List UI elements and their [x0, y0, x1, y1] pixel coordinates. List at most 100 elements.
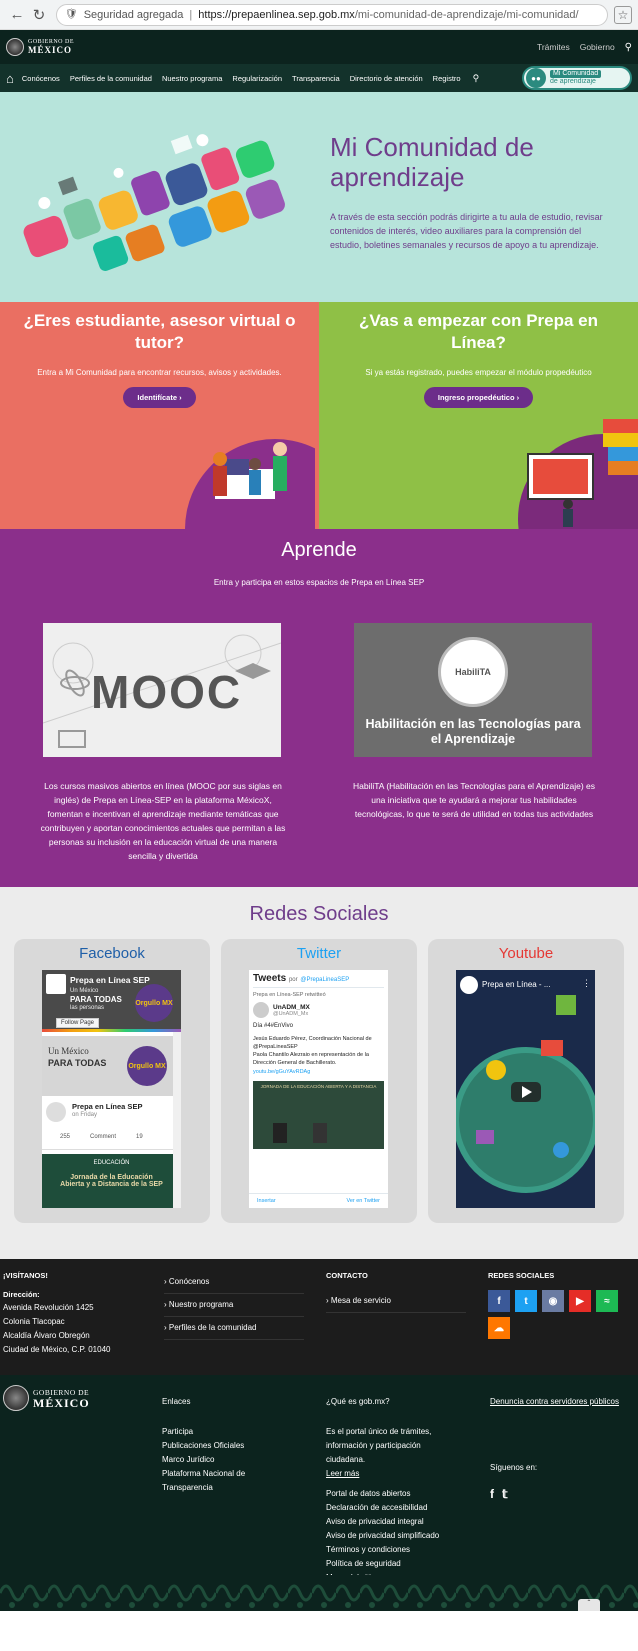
fb-card-line3: Abierta y a Distancia de la SEP — [60, 1181, 163, 1188]
mi-comunidad-button[interactable]: ●● Mi Comunidad de aprendizaje — [522, 66, 632, 90]
footer-link-conocenos[interactable]: › Conócenos — [164, 1271, 304, 1294]
twitter-icon[interactable]: 𝕥 — [502, 1487, 508, 1501]
tw-image-title: JORNADA DE LA EDUCACIÓN ABIERTA Y A DIST… — [260, 1084, 377, 1089]
scroll-top-button[interactable]: ˆ — [578, 1599, 600, 1611]
more-link[interactable]: Declaración de accesibilidad — [326, 1501, 456, 1515]
leer-mas-link[interactable]: Leer más — [326, 1467, 456, 1481]
propedeutico-button[interactable]: Ingreso propedéutico › — [423, 387, 534, 408]
facebook-embed[interactable]: Prepa en Línea SEP Un México PARA TODAS … — [42, 970, 181, 1208]
more-link[interactable]: Política de seguridad — [326, 1557, 456, 1571]
facebook-title: Facebook — [79, 945, 145, 962]
search-icon[interactable]: ⚲ — [625, 42, 632, 53]
home-icon[interactable]: ⌂ — [6, 71, 14, 86]
habilita-image-text: Habilitación en las Tecnologías para el … — [365, 717, 581, 746]
address-line: Colonia Tlacopac — [3, 1317, 65, 1326]
yt-menu-icon[interactable]: ⋮ — [582, 978, 591, 989]
address-bar[interactable]: 🛡 Seguridad agregada | https://prepaenli… — [56, 3, 608, 26]
identificate-button[interactable]: Identifícate › — [123, 387, 196, 408]
tw-view-link[interactable]: Ver en Twitter — [346, 1198, 380, 1204]
footer-pattern: ˆ — [0, 1575, 638, 1611]
newcomer-panel-text: Si ya estás registrado, puedes empezar e… — [365, 368, 592, 377]
enlace-item[interactable]: Publicaciones Oficiales — [162, 1439, 272, 1453]
fb-card-line1: EDUCACIÓN — [93, 1160, 130, 1166]
student-panel: ¿Eres estudiante, asesor virtual o tutor… — [0, 302, 319, 529]
tw-header-handle: @PrepaLineaSEP — [300, 977, 350, 983]
enlace-item[interactable]: Participa — [162, 1425, 272, 1439]
fb-banner-line1: Un México — [70, 988, 99, 994]
mooc-image-text: MOOC — [91, 666, 243, 718]
pride-strip — [42, 1029, 181, 1032]
nav-item-conocenos[interactable]: Conócenos — [22, 74, 60, 83]
nav-item-programa[interactable]: Nuestro programa — [162, 74, 222, 83]
link-tramites[interactable]: Trámites — [537, 42, 570, 52]
student-panel-title: ¿Eres estudiante, asesor virtual o tutor… — [23, 311, 296, 352]
gob-logo[interactable]: GOBIERNO DE MÉXICO — [6, 38, 74, 56]
social-section: Redes Sociales Facebook Prepa en Línea S… — [0, 887, 638, 1259]
twitter-embed[interactable]: Tweets por @PrepaLineaSEP Prepa en Línea… — [249, 970, 388, 1208]
youtube-embed[interactable]: Prepa en Línea - ... ⋮ — [456, 970, 595, 1208]
youtube-icon[interactable]: ▶ — [569, 1290, 591, 1312]
more-link[interactable]: Portal de datos abiertos — [326, 1487, 456, 1501]
fb-page-name: Prepa en Línea SEP — [70, 975, 150, 985]
url-path: /mi-comunidad-de-aprendizaje/mi-comunida… — [354, 8, 579, 21]
footer-link-mesa[interactable]: › Mesa de servicio — [326, 1290, 466, 1313]
nav-item-transparencia[interactable]: Transparencia — [292, 74, 340, 83]
footer-link-programa[interactable]: › Nuestro programa — [164, 1294, 304, 1317]
fb-banner-line2: PARA TODAS — [70, 995, 122, 1004]
more-link[interactable]: Aviso de privacidad integral — [326, 1515, 456, 1529]
youtube-title: Youtube — [498, 945, 554, 962]
link-gobierno[interactable]: Gobierno — [580, 42, 615, 52]
siguenos-label: Síguenos en: — [490, 1463, 538, 1472]
reload-icon[interactable]: ↻ — [28, 4, 50, 26]
favorites-icon[interactable]: ☆ — [614, 5, 632, 24]
facebook-icon[interactable]: f — [490, 1487, 494, 1501]
yt-video-title: Prepa en Línea - ... — [482, 980, 551, 989]
nav-search-icon[interactable]: ⚲ — [473, 73, 480, 84]
mc-button-label-1: Mi Comunidad — [550, 70, 602, 78]
habilita-badge: HabiliTA — [455, 667, 491, 677]
nav-item-perfiles[interactable]: Perfiles de la comunidad — [70, 74, 152, 83]
mooc-card[interactable]: MOOC — [42, 623, 282, 757]
shield-icon: 🛡 — [65, 9, 78, 20]
enlace-item[interactable]: Plataforma Nacional de Transparencia — [162, 1467, 272, 1495]
enlace-item[interactable]: Marco Jurídico — [162, 1453, 272, 1467]
enlaces-heading: Enlaces — [162, 1397, 191, 1406]
tw-embed-link[interactable]: Insertar — [257, 1198, 276, 1204]
tw-link[interactable]: youtu.be/gGuYAvRDAg — [253, 1069, 384, 1075]
spotify-icon[interactable]: ≈ — [596, 1290, 618, 1312]
tw-image[interactable]: JORNADA DE LA EDUCACIÓN ABIERTA Y A DIST… — [253, 1081, 384, 1149]
habilita-card[interactable]: HabiliTA Habilitación en las Tecnologías… — [354, 623, 592, 757]
back-icon[interactable]: ← — [6, 4, 28, 26]
nav-item-registro[interactable]: Registro — [433, 74, 461, 83]
footer-link-perfiles[interactable]: › Perfiles de la comunidad — [164, 1317, 304, 1340]
hero-title: Mi Comunidad de aprendizaje — [330, 132, 534, 192]
footer-link-label: Mesa de servicio — [330, 1296, 391, 1305]
address-line: Alcaldía Álvaro Obregón — [3, 1331, 90, 1340]
nav-item-regularizacion[interactable]: Regularización — [232, 74, 282, 83]
fb-card-line2: Jornada de la Educación — [70, 1174, 153, 1181]
footer-link-label: Perfiles de la comunidad — [168, 1323, 257, 1332]
more-link[interactable]: Términos y condiciones — [326, 1543, 456, 1557]
footer-gob-logo[interactable]: GOBIERNO DE MÉXICO — [3, 1385, 90, 1411]
nav-item-directorio[interactable]: Directorio de atención — [350, 74, 423, 83]
denuncia-link[interactable]: Denuncia contra servidores públicos — [490, 1395, 619, 1409]
fb-page-avatar — [46, 974, 66, 994]
tw-line2: Jesús Eduardo Pérez, Coordinación Nacion… — [253, 1036, 372, 1050]
fb-scrollbar[interactable] — [173, 1032, 181, 1208]
fb-follow-button[interactable]: Follow Page — [56, 1018, 100, 1028]
tw-image-person — [313, 1123, 327, 1143]
fb-post-comment[interactable]: Comment — [90, 1134, 116, 1140]
newcomer-panel-title: ¿Vas a empezar con Prepa en Línea? — [358, 311, 599, 352]
soundcloud-icon[interactable]: ☁ — [488, 1317, 510, 1339]
twitter-icon[interactable]: t — [515, 1290, 537, 1312]
tw-header: Tweets — [253, 973, 287, 984]
facebook-icon[interactable]: f — [488, 1290, 510, 1312]
link-gobierno-label: Gobierno — [579, 42, 615, 52]
fb-post-shares[interactable]: 19 — [136, 1134, 143, 1140]
more-link[interactable]: Aviso de privacidad simplificado — [326, 1529, 456, 1543]
habilita-logo: HabiliTA — [438, 637, 508, 707]
fb-post-badge: Orgullo MX — [127, 1046, 167, 1086]
tw-header-by: por — [288, 977, 298, 983]
instagram-icon[interactable]: ◉ — [542, 1290, 564, 1312]
fb-post-likes[interactable]: 255 — [60, 1134, 70, 1140]
